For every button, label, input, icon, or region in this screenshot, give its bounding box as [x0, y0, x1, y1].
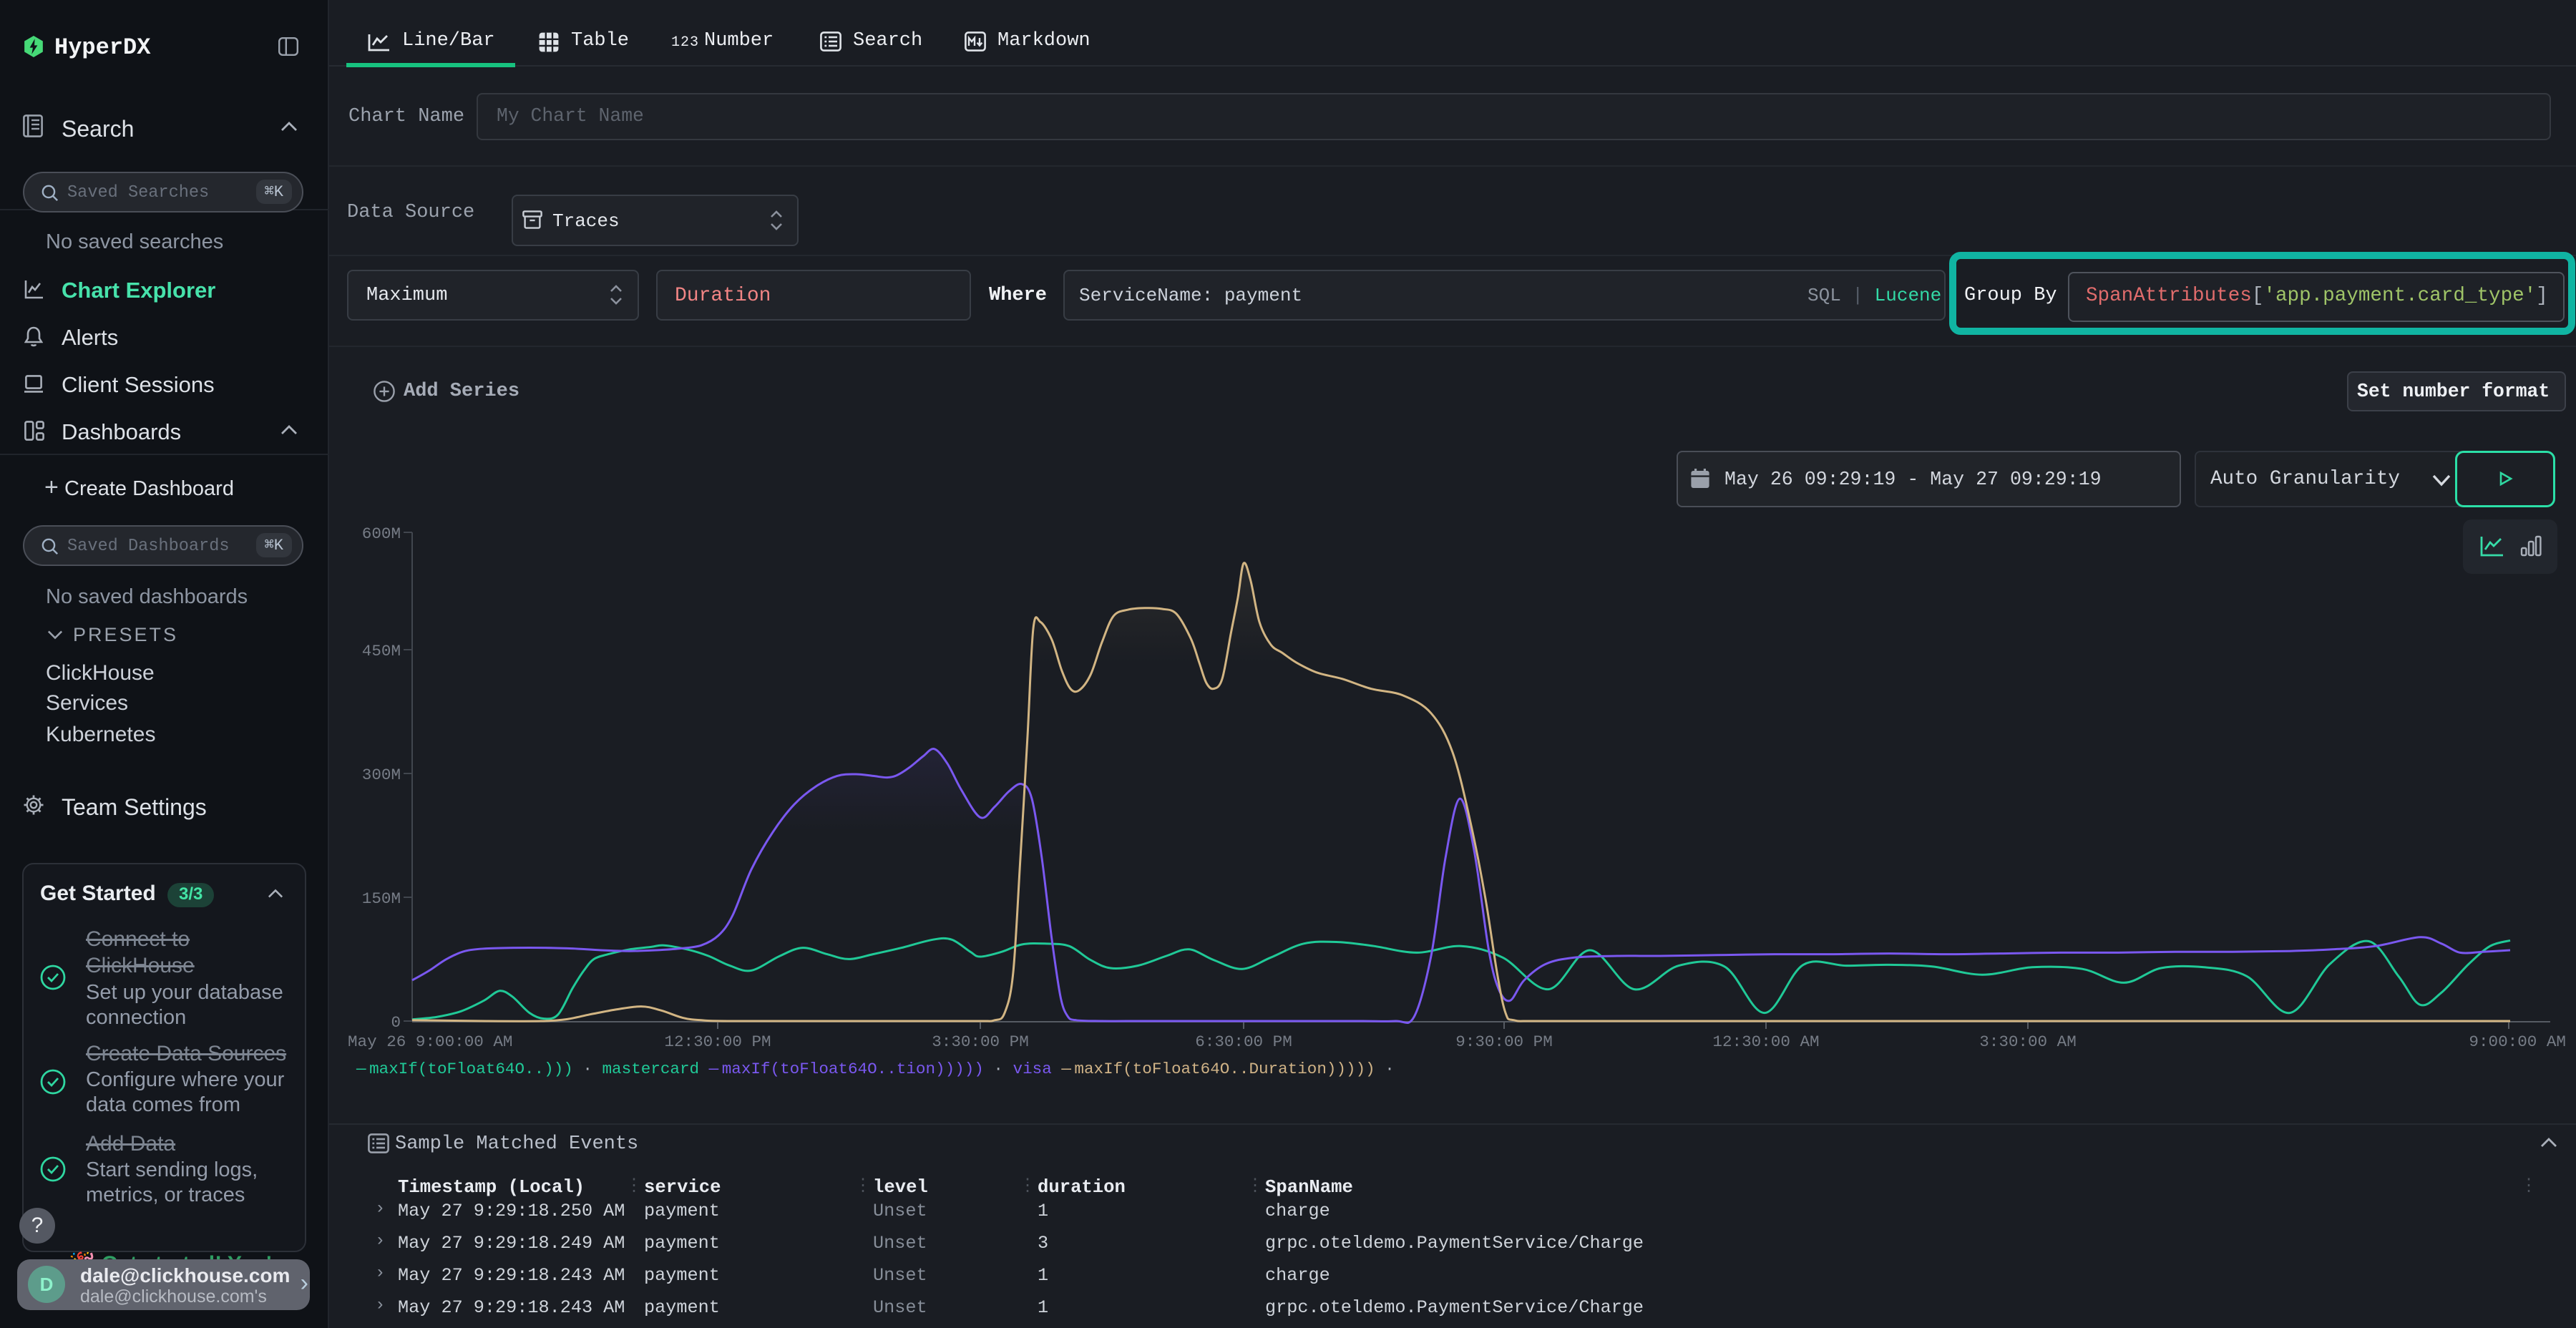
- svg-text:May 26 9:00:00 AM: May 26 9:00:00 AM: [348, 1032, 513, 1051]
- svg-text:3:30:00 PM: 3:30:00 PM: [932, 1032, 1029, 1051]
- svg-text:9:30:00 PM: 9:30:00 PM: [1455, 1032, 1553, 1051]
- svg-text:3:30:00 AM: 3:30:00 AM: [1979, 1032, 2077, 1051]
- svg-text:12:30:00 PM: 12:30:00 PM: [664, 1032, 771, 1051]
- svg-text:9:00:00 AM: 9:00:00 AM: [2469, 1032, 2566, 1051]
- svg-text:0: 0: [391, 1013, 401, 1032]
- svg-text:150M: 150M: [362, 889, 401, 908]
- svg-text:600M: 600M: [362, 524, 401, 543]
- svg-text:12:30:00 AM: 12:30:00 AM: [1712, 1032, 1819, 1051]
- svg-text:300M: 300M: [362, 766, 401, 784]
- svg-text:450M: 450M: [362, 642, 401, 660]
- svg-text:6:30:00 PM: 6:30:00 PM: [1195, 1032, 1292, 1051]
